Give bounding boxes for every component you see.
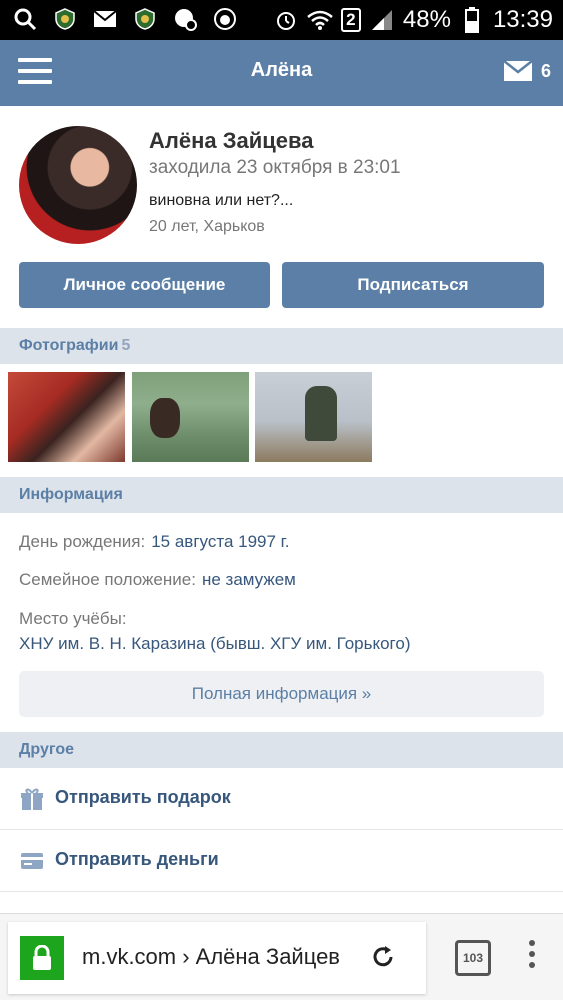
chat-icon — [172, 6, 198, 32]
envelope-icon — [503, 60, 533, 81]
profile-name: Алёна Зайцева — [149, 128, 314, 153]
notification-icons — [12, 6, 238, 32]
info-label: Информация — [19, 486, 123, 503]
photo-content — [150, 398, 180, 438]
age-location: 20 лет, Харьков — [149, 218, 265, 235]
address-bar[interactable]: m.vk.com › Алёна Зайцев — [8, 922, 426, 994]
send-gift-item[interactable]: Отправить подарок — [0, 768, 563, 830]
messages-button[interactable]: 6 — [503, 60, 551, 82]
photo-content — [305, 386, 337, 441]
lock-icon[interactable] — [20, 936, 64, 980]
profile-card: Алёна Зайцева заходила 23 октября в 23:0… — [0, 106, 563, 328]
clock: 13:39 — [492, 6, 553, 33]
photo-thumbnail[interactable] — [255, 372, 372, 462]
send-message-button[interactable]: Личное сообщение — [19, 262, 270, 308]
shield-app-icon — [132, 6, 158, 32]
birthday-row: День рождения: 15 августа 1997 г. — [19, 532, 290, 552]
photos-section-header[interactable]: Фотографии 5 — [0, 328, 563, 364]
tabs-button[interactable]: 103 — [455, 940, 491, 976]
info-section: День рождения: 15 августа 1997 г. Семейно… — [0, 514, 563, 732]
system-status: 2 48% 13:39 — [273, 4, 553, 36]
photos-label: Фотографии — [19, 337, 119, 354]
photo-thumbnail[interactable] — [8, 372, 125, 462]
alarm-icon — [273, 7, 299, 33]
subscribe-button[interactable]: Подписаться — [282, 262, 544, 308]
browser-toolbar: m.vk.com › Алёна Зайцев 103 — [0, 913, 563, 1000]
more-options-icon[interactable] — [528, 940, 536, 976]
other-section-header: Другое — [0, 732, 563, 768]
send-money-item[interactable]: Отправить деньги — [0, 830, 563, 892]
dot — [529, 940, 535, 946]
study-value-link[interactable]: ХНУ им. В. Н. Каразина (бывш. ХГУ им. Го… — [19, 634, 411, 653]
last-seen: заходила 23 октября в 23:01 — [149, 157, 401, 178]
info-section-header: Информация — [0, 477, 563, 513]
battery-percent: 48% — [402, 6, 451, 33]
study-label-text: Место учёбы: — [19, 609, 127, 628]
dot — [529, 951, 535, 957]
mail-icon — [92, 6, 118, 32]
send-money-label: Отправить деньги — [55, 849, 219, 869]
lion-app-icon — [212, 6, 238, 32]
photo-thumbnail[interactable] — [132, 372, 249, 462]
sim-badge: 2 — [340, 8, 361, 32]
gift-icon — [20, 787, 44, 811]
dot — [529, 962, 535, 968]
reload-icon[interactable] — [370, 944, 396, 970]
app-header: Алёна 6 — [0, 40, 563, 106]
photos-strip — [0, 364, 563, 477]
birthday-value[interactable]: 15 августа 1997 г. — [151, 532, 289, 551]
photos-count: 5 — [121, 337, 131, 354]
wifi-icon — [307, 7, 333, 33]
signal-icon — [369, 7, 395, 33]
messages-count: 6 — [540, 60, 551, 81]
study-label: Место учёбы: — [19, 609, 127, 629]
other-label: Другое — [19, 741, 74, 758]
search-icon — [12, 6, 38, 32]
birthday-label: День рождения: — [19, 532, 146, 551]
card-icon — [20, 849, 44, 873]
status-bar: 2 48% 13:39 — [0, 0, 563, 40]
family-status-row: Семейное положение: не замужем — [19, 570, 296, 590]
full-info-button[interactable]: Полная информация » — [19, 671, 544, 717]
family-status-value: не замужем — [201, 570, 296, 589]
url-text[interactable]: m.vk.com › Алёна Зайцев — [82, 944, 358, 970]
study-value-row: ХНУ им. В. Н. Каразина (бывш. ХГУ им. Го… — [19, 634, 411, 654]
send-gift-label: Отправить подарок — [55, 787, 231, 807]
page-title: Алёна — [250, 59, 313, 81]
avatar[interactable] — [19, 126, 137, 244]
battery-icon — [459, 7, 485, 33]
profile-status: виновна или нет?... — [149, 192, 294, 209]
family-status-label: Семейное положение: — [19, 570, 196, 589]
shield-app-icon — [52, 6, 78, 32]
